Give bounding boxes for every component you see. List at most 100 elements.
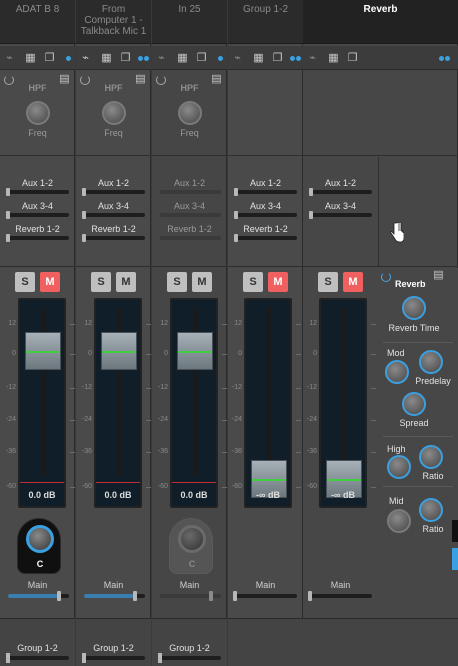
pan-knob[interactable]: C [17, 518, 61, 574]
reverb-settings-icon[interactable]: ▤ [433, 270, 444, 281]
aux-send-slider[interactable] [8, 190, 69, 194]
channel-name[interactable]: From Computer 1 - Talkback Mic 1 [76, 0, 151, 44]
aux-send-handle[interactable] [234, 211, 238, 219]
bottom-send-slider[interactable] [8, 656, 69, 660]
grid-icon[interactable]: ▦ [177, 53, 188, 64]
main-send-handle[interactable] [308, 591, 312, 601]
link-icon[interactable]: ⌁ [4, 53, 15, 64]
copy-icon[interactable]: ❐ [196, 53, 207, 64]
channel-name[interactable]: ADAT B 8 [0, 0, 75, 44]
main-send-handle[interactable] [57, 591, 61, 601]
bottom-send-handle[interactable] [6, 653, 10, 663]
grid-icon[interactable]: ▦ [25, 53, 36, 64]
aux-send-slider[interactable] [236, 213, 297, 217]
channel-name[interactable]: In 25 [152, 0, 227, 44]
aux-send-slider[interactable] [160, 190, 221, 194]
solo-button[interactable]: S [91, 272, 111, 292]
grid-icon[interactable]: ▦ [101, 53, 112, 64]
fader-red-line [96, 482, 140, 483]
reverb-time-knob[interactable] [402, 296, 426, 320]
mute-button[interactable]: M [343, 272, 363, 292]
pan-knob[interactable]: C [169, 518, 213, 574]
bottom-send-slider[interactable] [84, 656, 145, 660]
reverb-power-icon[interactable] [381, 272, 391, 282]
fader-cap[interactable] [101, 332, 137, 370]
freq-knob[interactable] [26, 101, 50, 125]
aux-send-slider[interactable] [8, 236, 69, 240]
mod-knob[interactable] [385, 360, 409, 384]
mid-knob[interactable] [387, 509, 411, 533]
ratio-mid-knob[interactable] [419, 498, 443, 522]
divider [383, 486, 453, 487]
aux-send-slider[interactable] [160, 213, 221, 217]
main-send-handle[interactable] [209, 591, 213, 601]
aux-send-slider[interactable] [84, 190, 145, 194]
mute-button[interactable]: M [192, 272, 212, 292]
main-send-handle[interactable] [233, 591, 237, 601]
main-send-slider[interactable] [311, 594, 372, 598]
link-icon[interactable]: ⌁ [80, 53, 91, 64]
bottom-send-handle[interactable] [82, 653, 86, 663]
edge-control[interactable] [452, 520, 458, 542]
volume-fader[interactable]: -∞ dB [244, 298, 292, 508]
aux-send-handle[interactable] [6, 234, 10, 242]
fader-cap[interactable] [25, 332, 61, 370]
aux-send-handle[interactable] [6, 211, 10, 219]
solo-button[interactable]: S [243, 272, 263, 292]
scale-tick-mark [222, 388, 227, 389]
freq-knob[interactable] [178, 101, 202, 125]
bottom-send-slider[interactable] [160, 656, 221, 660]
edge-control[interactable] [452, 548, 458, 570]
volume-fader[interactable]: 0.0 dB [94, 298, 142, 508]
solo-button[interactable]: S [318, 272, 338, 292]
aux-send-handle[interactable] [82, 234, 86, 242]
aux-send-handle[interactable] [309, 211, 313, 219]
channel-name[interactable]: Group 1-2 [228, 0, 303, 44]
aux-send-slider[interactable] [236, 190, 297, 194]
fader-cap[interactable] [177, 332, 213, 370]
freq-knob[interactable] [102, 101, 126, 125]
mute-button[interactable]: M [116, 272, 136, 292]
link-icon[interactable]: ⌁ [232, 53, 243, 64]
main-send-label: Main [255, 580, 276, 590]
copy-icon[interactable]: ❐ [44, 53, 55, 64]
scale-tick-mark [70, 452, 75, 453]
grid-icon[interactable]: ▦ [253, 53, 264, 64]
mute-button[interactable]: M [268, 272, 288, 292]
link-icon[interactable]: ⌁ [307, 53, 318, 64]
predelay-knob[interactable] [419, 350, 443, 374]
channel-name[interactable]: Reverb [303, 0, 458, 44]
link-icon[interactable]: ⌁ [156, 53, 167, 64]
volume-fader[interactable]: 0.0 dB [170, 298, 218, 508]
main-send-slider[interactable] [236, 594, 297, 598]
aux-send-handle[interactable] [82, 188, 86, 196]
solo-button[interactable]: S [167, 272, 187, 292]
solo-button[interactable]: S [15, 272, 35, 292]
high-knob[interactable] [387, 455, 411, 479]
volume-fader[interactable]: 0.0 dB [18, 298, 66, 508]
bottom-send-handle[interactable] [158, 653, 162, 663]
aux-send-handle[interactable] [234, 188, 238, 196]
aux-send-slider[interactable] [311, 213, 372, 217]
aux-send-slider[interactable] [160, 236, 221, 240]
copy-icon[interactable]: ❐ [120, 53, 131, 64]
aux-send-slider[interactable] [84, 213, 145, 217]
aux-send-handle[interactable] [309, 188, 313, 196]
mute-button[interactable]: M [40, 272, 60, 292]
aux-send-slider[interactable] [236, 236, 297, 240]
main-send-handle[interactable] [133, 591, 137, 601]
spread-knob[interactable] [402, 392, 426, 416]
copy-icon[interactable]: ❐ [272, 53, 283, 64]
scale-tick-label: -60 [231, 483, 242, 490]
aux-send-slider[interactable] [311, 190, 372, 194]
ratio-high-knob[interactable] [419, 445, 443, 469]
aux-send-slider[interactable] [84, 236, 145, 240]
grid-icon[interactable]: ▦ [328, 53, 339, 64]
aux-send-handle[interactable] [6, 188, 10, 196]
copy-icon[interactable]: ❐ [347, 53, 358, 64]
aux-send-slider[interactable] [8, 213, 69, 217]
aux-send-handle[interactable] [234, 234, 238, 242]
volume-fader[interactable]: -∞ dB [319, 298, 367, 508]
freq-label: Freq [28, 128, 47, 138]
aux-send-handle[interactable] [82, 211, 86, 219]
